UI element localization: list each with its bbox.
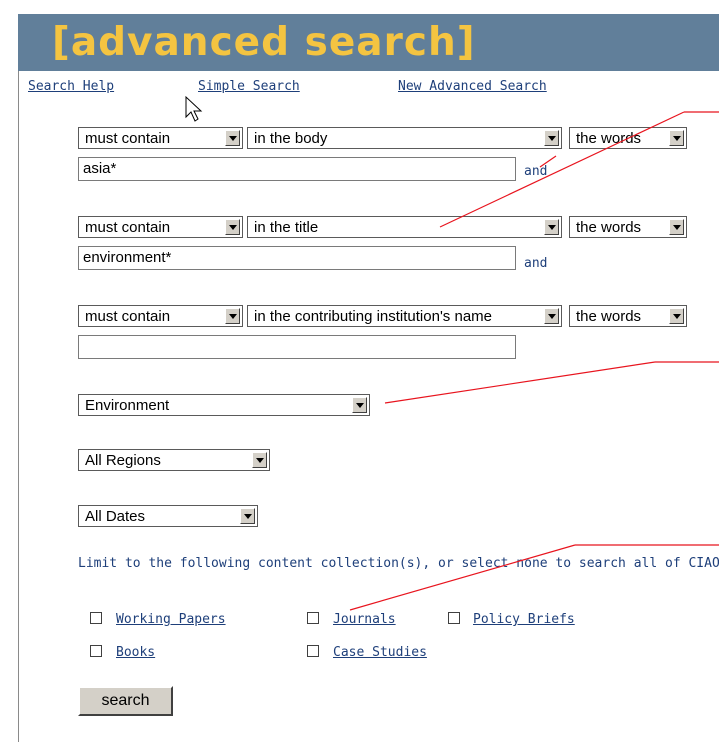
annotation-line-journals	[349, 544, 576, 611]
mouse-cursor-icon	[185, 95, 203, 122]
annotation-line-title	[439, 111, 685, 228]
annotation-line-body	[539, 155, 557, 168]
annotation-line-topic	[384, 361, 656, 404]
annotation-overlay	[185, 95, 719, 611]
